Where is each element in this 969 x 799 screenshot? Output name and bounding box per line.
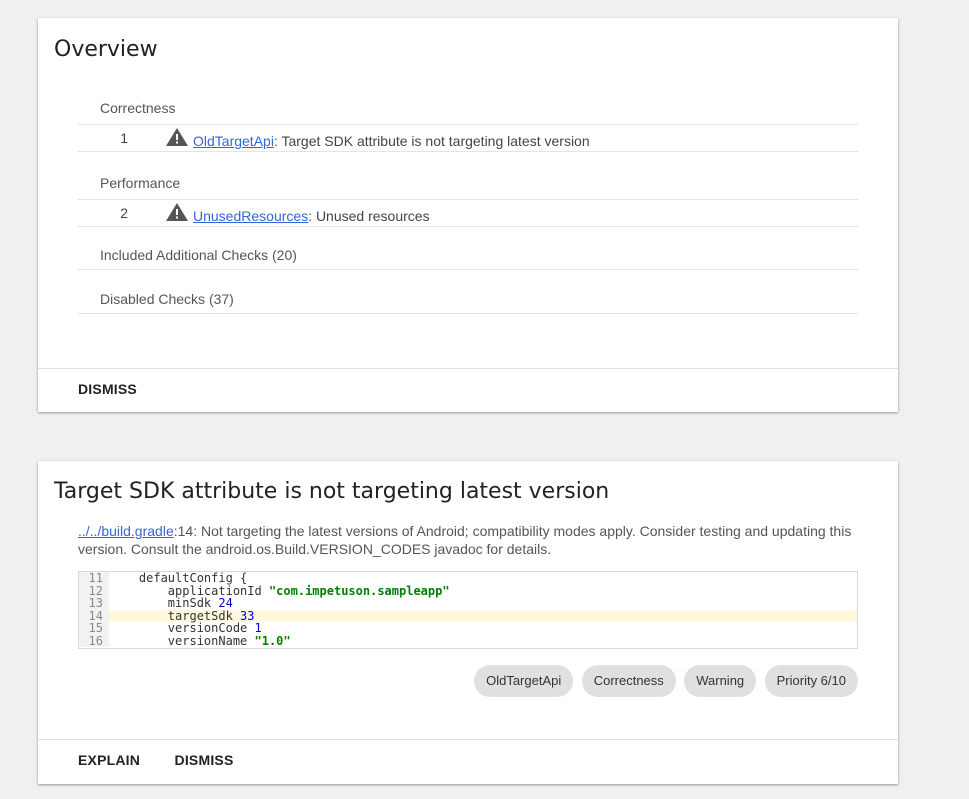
dismiss-button[interactable]: DISMISS <box>175 739 234 781</box>
overview-title: Overview <box>54 37 158 62</box>
issue-row: 1 OldTargetApi: Target SDK attribute is … <box>78 124 858 152</box>
line-number: 13 <box>79 597 109 610</box>
overview-card: Overview Correctness 1 OldTargetApi: Tar… <box>38 18 898 412</box>
explain-button[interactable]: EXPLAIN <box>78 739 140 781</box>
overview-list: Correctness 1 OldTargetApi: Target SDK a… <box>78 96 858 314</box>
issue-title: Target SDK attribute is not targeting la… <box>54 479 610 504</box>
file-link[interactable]: ../../build.gradle <box>78 523 174 539</box>
actions-divider <box>38 368 898 369</box>
overview-actions: DISMISS <box>78 368 167 412</box>
code-text: versionName "1.0" <box>110 633 291 648</box>
issue-summary: : Target SDK attribute is not targeting … <box>273 133 590 149</box>
line-number: 16 <box>79 634 109 647</box>
issue-explanation: ../../build.gradle:14: Not targeting the… <box>78 522 858 558</box>
issue-description: UnusedResources: Unused resources <box>193 208 430 224</box>
issue-count: 1 <box>120 130 128 146</box>
disabled-checks-row[interactable]: Disabled Checks (37) <box>78 291 858 314</box>
chip-severity: Warning <box>684 665 757 697</box>
chip-category: Correctness <box>581 665 676 697</box>
issue-description: OldTargetApi: Target SDK attribute is no… <box>193 133 590 149</box>
issue-link-oldtargetapi[interactable]: OldTargetApi <box>193 133 274 149</box>
issue-chips: OldTargetApi Correctness Warning Priorit… <box>470 665 858 697</box>
dismiss-button[interactable]: DISMISS <box>78 368 137 410</box>
category-performance: Performance <box>100 175 181 191</box>
issue-link-unusedresources[interactable]: UnusedResources <box>193 208 308 224</box>
issue-message: : Not targeting the latest versions of A… <box>78 523 852 557</box>
warning-icon <box>166 128 188 146</box>
code-snippet: 11 defaultConfig { 12 applicationId "com… <box>78 571 858 649</box>
issue-actions: EXPLAIN DISMISS <box>78 739 264 783</box>
line-number: 11 <box>79 572 109 585</box>
line-number: 15 <box>79 622 109 635</box>
chip-issue-id: OldTargetApi <box>474 665 574 697</box>
included-checks-row[interactable]: Included Additional Checks (20) <box>78 247 858 270</box>
chip-priority: Priority 6/10 <box>764 665 858 697</box>
issue-card: Target SDK attribute is not targeting la… <box>38 461 898 784</box>
issue-count: 2 <box>120 205 128 221</box>
file-line: :14 <box>173 523 194 539</box>
warning-icon <box>166 203 188 221</box>
code-line: 16 versionName "1.0" <box>79 633 857 648</box>
category-correctness: Correctness <box>100 100 176 116</box>
issue-summary: : Unused resources <box>308 208 430 224</box>
issue-row: 2 UnusedResources: Unused resources <box>78 199 858 227</box>
